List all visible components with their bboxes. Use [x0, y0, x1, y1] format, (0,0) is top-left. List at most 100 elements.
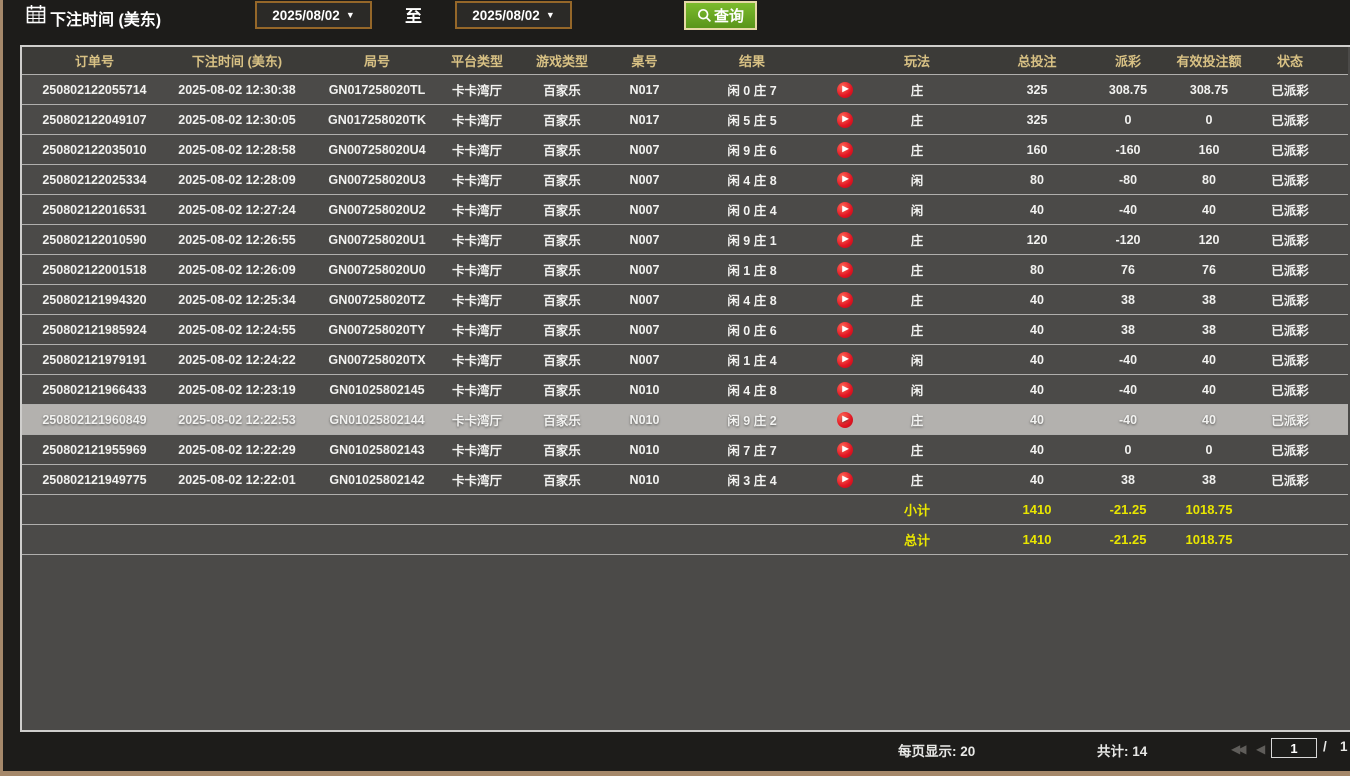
- cell-platform: 卡卡湾厅: [447, 165, 507, 195]
- cell-valid_bet: 308.75: [1159, 75, 1259, 105]
- cell-payout: 38: [1097, 315, 1159, 345]
- previous-page-button[interactable]: ◀: [1256, 742, 1262, 756]
- play-video-icon[interactable]: ▶: [837, 322, 853, 338]
- date-to-select[interactable]: 2025/08/02 ▼: [455, 1, 572, 29]
- table-row[interactable]: 2508021219664332025-08-02 12:23:19GN0102…: [22, 375, 1348, 405]
- calendar-icon: [26, 4, 46, 24]
- cell-table_no: N007: [617, 255, 672, 285]
- table-row[interactable]: 2508021220491072025-08-02 12:30:05GN0172…: [22, 105, 1348, 135]
- page-total: 1: [1340, 739, 1348, 754]
- cell-filler: [1321, 135, 1348, 165]
- col-header-filler: [1321, 47, 1348, 75]
- play-video-icon[interactable]: ▶: [837, 292, 853, 308]
- table-row[interactable]: 2508021219859242025-08-02 12:24:55GN0072…: [22, 315, 1348, 345]
- cell-total_bet: 40: [977, 345, 1097, 375]
- cell-platform: 卡卡湾厅: [447, 255, 507, 285]
- toolbar: 下注时间 (美东) 2025/08/02 ▼ 至 2025/08/02 ▼ 查询: [0, 0, 1350, 45]
- cell-bet_time: 2025-08-02 12:26:55: [167, 225, 307, 255]
- cell-valid_bet: 40: [1159, 375, 1259, 405]
- cell-valid_bet: 40: [1159, 405, 1259, 435]
- cell-game_type: 百家乐: [507, 345, 617, 375]
- cell-result: 闲 9 庄 2: [672, 405, 832, 435]
- table-row[interactable]: 2508021219559692025-08-02 12:22:29GN0102…: [22, 435, 1348, 465]
- cell-filler: [1321, 75, 1348, 105]
- play-video-icon[interactable]: ▶: [837, 82, 853, 98]
- cell-result: 闲 0 庄 7: [672, 75, 832, 105]
- cell-filler: [1321, 465, 1348, 495]
- play-video-icon[interactable]: ▶: [837, 352, 853, 368]
- col-header-platform: 平台类型: [447, 47, 507, 75]
- cell-valid_bet: 0: [1159, 435, 1259, 465]
- cell-filler: [1321, 105, 1348, 135]
- cell-play: 庄: [857, 255, 977, 285]
- table-row[interactable]: 2508021220105902025-08-02 12:26:55GN0072…: [22, 225, 1348, 255]
- play-video-icon[interactable]: ▶: [837, 142, 853, 158]
- table-row[interactable]: 2508021219608492025-08-02 12:22:53GN0102…: [22, 405, 1348, 435]
- table-row[interactable]: 2508021219943202025-08-02 12:25:34GN0072…: [22, 285, 1348, 315]
- play-video-icon[interactable]: ▶: [837, 382, 853, 398]
- cell-round_no: GN007258020TY: [307, 315, 447, 345]
- play-video-icon[interactable]: ▶: [837, 172, 853, 188]
- table-row[interactable]: 2508021219497752025-08-02 12:22:01GN0102…: [22, 465, 1348, 495]
- cell-order_no: 250802121994320: [22, 285, 167, 315]
- play-video-icon[interactable]: ▶: [837, 472, 853, 488]
- table-row[interactable]: 2508021219791912025-08-02 12:24:22GN0072…: [22, 345, 1348, 375]
- cell-filler: [1321, 255, 1348, 285]
- cell-game_type: 百家乐: [507, 195, 617, 225]
- play-video-icon[interactable]: ▶: [837, 232, 853, 248]
- cell-status: 已派彩: [1259, 105, 1321, 135]
- cell-order_no: 250802121949775: [22, 465, 167, 495]
- table-row[interactable]: 2508021220253342025-08-02 12:28:09GN0072…: [22, 165, 1348, 195]
- col-header-status: 状态: [1259, 47, 1321, 75]
- cell-play: 庄: [857, 75, 977, 105]
- cell-platform: 卡卡湾厅: [447, 285, 507, 315]
- cell-play_icon: [832, 495, 857, 525]
- play-video-icon[interactable]: ▶: [837, 262, 853, 278]
- cell-payout: 308.75: [1097, 75, 1159, 105]
- cell-play_icon: ▶: [832, 285, 857, 315]
- cell-bet_time: 2025-08-02 12:28:09: [167, 165, 307, 195]
- cell-play_icon: ▶: [832, 135, 857, 165]
- cell-play: 庄: [857, 405, 977, 435]
- cell-platform: [447, 525, 507, 555]
- cell-play: 庄: [857, 315, 977, 345]
- cell-payout: 0: [1097, 105, 1159, 135]
- cell-table_no: N017: [617, 75, 672, 105]
- play-video-icon[interactable]: ▶: [837, 202, 853, 218]
- per-page-value: 20: [960, 744, 975, 759]
- play-video-icon[interactable]: ▶: [837, 112, 853, 128]
- cell-platform: 卡卡湾厅: [447, 375, 507, 405]
- cell-filler: [1321, 375, 1348, 405]
- cell-valid_bet: 76: [1159, 255, 1259, 285]
- table-row[interactable]: 2508021220557142025-08-02 12:30:38GN0172…: [22, 75, 1348, 105]
- cell-play: 闲: [857, 375, 977, 405]
- cell-play: 闲: [857, 165, 977, 195]
- cell-filler: [1321, 345, 1348, 375]
- table-row[interactable]: 2508021220015182025-08-02 12:26:09GN0072…: [22, 255, 1348, 285]
- cell-status: [1259, 495, 1321, 525]
- query-button[interactable]: 查询: [684, 1, 757, 30]
- cell-valid_bet: 38: [1159, 465, 1259, 495]
- date-from-select[interactable]: 2025/08/02 ▼: [255, 1, 372, 29]
- play-video-icon[interactable]: ▶: [837, 442, 853, 458]
- first-page-button[interactable]: ◀◀: [1231, 742, 1243, 756]
- cell-table_no: N010: [617, 435, 672, 465]
- col-header-result: 结果: [672, 47, 832, 75]
- play-video-icon[interactable]: ▶: [837, 412, 853, 428]
- cell-platform: 卡卡湾厅: [447, 225, 507, 255]
- cell-round_no: GN01025802142: [307, 465, 447, 495]
- header-row: 订单号下注时间 (美东)局号平台类型游戏类型桌号结果玩法总投注派彩有效投注额状态: [22, 47, 1348, 75]
- cell-round_no: [307, 525, 447, 555]
- page-number-input[interactable]: [1271, 738, 1317, 758]
- cell-total_bet: 1410: [977, 525, 1097, 555]
- table-row[interactable]: 2508021220165312025-08-02 12:27:24GN0072…: [22, 195, 1348, 225]
- cell-status: [1259, 525, 1321, 555]
- cell-play_icon: ▶: [832, 345, 857, 375]
- cell-valid_bet: 160: [1159, 135, 1259, 165]
- cell-play: 闲: [857, 345, 977, 375]
- cell-table_no: N010: [617, 405, 672, 435]
- table-row[interactable]: 2508021220350102025-08-02 12:28:58GN0072…: [22, 135, 1348, 165]
- cell-game_type: 百家乐: [507, 285, 617, 315]
- cell-order_no: 250802121985924: [22, 315, 167, 345]
- page-separator: /: [1323, 739, 1327, 754]
